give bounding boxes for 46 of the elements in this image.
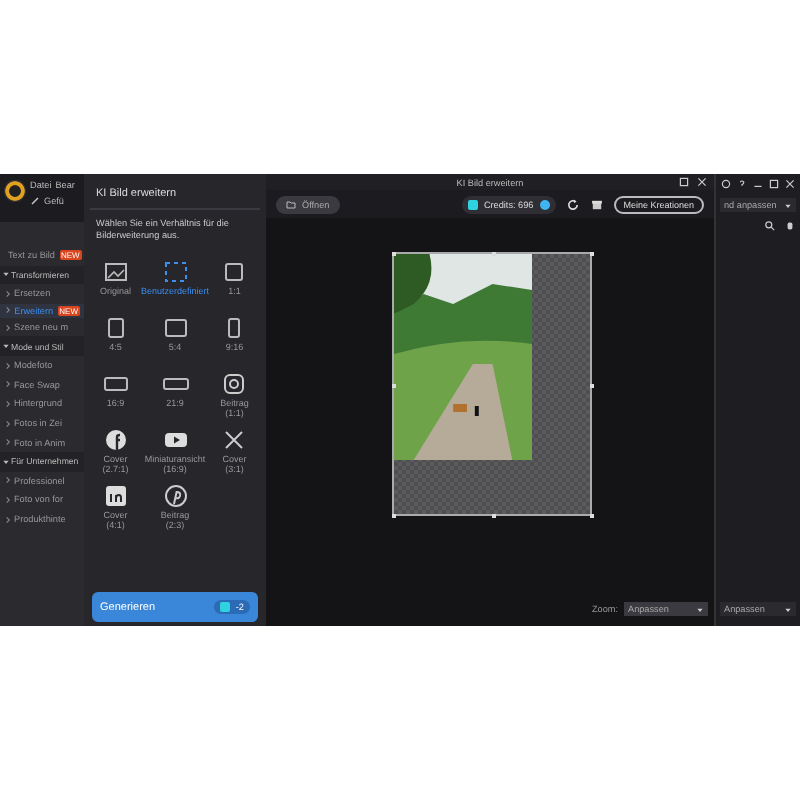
frame-icon xyxy=(220,259,249,284)
chevron-right-icon xyxy=(4,399,12,408)
chevron-right-icon xyxy=(4,419,12,428)
resize-handle[interactable] xyxy=(391,513,395,517)
extension-canvas[interactable] xyxy=(392,252,592,516)
camera-icon xyxy=(220,371,249,396)
p-logo-icon xyxy=(161,483,189,508)
search-icon[interactable] xyxy=(764,220,776,232)
resize-handle[interactable] xyxy=(589,251,593,255)
close-icon[interactable] xyxy=(696,176,708,188)
resize-handle[interactable] xyxy=(391,384,395,388)
resize-handle[interactable] xyxy=(589,384,593,388)
refresh-icon[interactable] xyxy=(565,197,580,211)
dropdown-arrow-icon xyxy=(696,605,704,613)
folder-icon xyxy=(286,199,296,209)
x-logo-icon xyxy=(220,427,249,452)
credit-icon xyxy=(467,199,478,209)
credit-icon xyxy=(219,602,230,612)
maximize-icon[interactable] xyxy=(678,176,690,188)
help-icon[interactable] xyxy=(736,178,748,190)
chevron-right-icon xyxy=(4,495,12,504)
image-icon xyxy=(101,259,130,284)
dropdown-arrow-icon xyxy=(784,201,792,209)
play-icon xyxy=(161,427,189,452)
maximize-icon[interactable] xyxy=(768,178,780,190)
store-icon[interactable] xyxy=(589,197,604,211)
resize-handle[interactable] xyxy=(492,251,496,255)
chevron-right-icon xyxy=(4,361,12,370)
add-credits-icon[interactable] xyxy=(539,199,550,209)
frame-icon xyxy=(161,315,189,340)
dashed-frame-icon xyxy=(161,259,189,284)
chevron-right-icon xyxy=(4,380,12,389)
app-logo-icon[interactable] xyxy=(4,180,26,202)
chevron-right-icon xyxy=(4,476,12,485)
wand-icon[interactable] xyxy=(30,196,40,206)
dropdown-arrow-icon xyxy=(784,605,792,613)
chevron-right-icon xyxy=(4,515,12,524)
resize-handle[interactable] xyxy=(589,513,593,517)
settings-icon[interactable] xyxy=(720,178,732,190)
chevron-right-icon xyxy=(4,438,12,447)
resize-handle[interactable] xyxy=(391,251,395,255)
in-logo-icon xyxy=(101,483,130,508)
frame-icon xyxy=(101,371,130,396)
close-icon[interactable] xyxy=(784,178,796,190)
f-logo-icon xyxy=(101,427,130,452)
resize-handle[interactable] xyxy=(492,513,496,517)
